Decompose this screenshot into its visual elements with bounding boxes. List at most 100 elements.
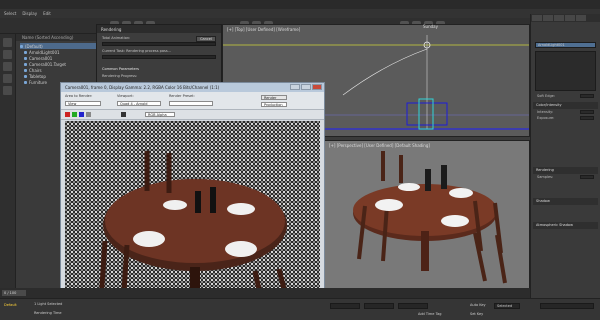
total-progress-bar — [102, 42, 216, 46]
rollout-atmospheric-shadow[interactable]: Atmospheric Shadow — [533, 222, 598, 229]
render-preset-dropdown[interactable] — [169, 101, 213, 106]
playback-controls[interactable] — [540, 303, 594, 309]
layer-label: Default — [4, 303, 17, 307]
explorer-menubar: Select Display Edit — [0, 9, 600, 18]
menu-edit[interactable]: Edit — [43, 11, 51, 16]
y-coordinate-field[interactable] — [364, 303, 394, 309]
rollout-rendering[interactable]: Rendering — [533, 167, 598, 174]
selection-status: 1 Light Selected — [34, 302, 63, 306]
common-params-rollout[interactable]: Common Parameters — [102, 67, 216, 71]
green-channel-toggle[interactable] — [72, 112, 77, 117]
app-titlebar — [0, 0, 600, 9]
light-icon — [24, 50, 27, 54]
rendered-bottle — [210, 187, 216, 213]
rendered-plate — [225, 241, 257, 257]
frame-buffer-toolbar: Area to Render: View Viewport: Quad 4 - … — [61, 92, 324, 110]
rendered-plate — [227, 203, 255, 215]
x-coordinate-field[interactable] — [330, 303, 360, 309]
motion-tab[interactable] — [565, 15, 575, 21]
render-preset-label: Render Preset: — [169, 94, 195, 98]
table-leg — [421, 231, 429, 271]
menu-select[interactable]: Select — [4, 11, 16, 16]
red-channel-toggle[interactable] — [65, 112, 70, 117]
object-icon — [24, 74, 27, 78]
camera-icon[interactable] — [3, 86, 12, 95]
plate — [441, 215, 469, 227]
dialog-title: Rendering — [97, 25, 221, 33]
left-tool-strip — [0, 34, 16, 294]
light-icon[interactable] — [3, 74, 12, 83]
rollout-shadow[interactable]: Shadow — [533, 198, 598, 205]
hierarchy-tab[interactable] — [554, 15, 564, 21]
status-bar: Default 1 Light Selected Rendering Time … — [0, 298, 600, 320]
perspective-render — [353, 151, 507, 284]
wine-bottle — [425, 169, 431, 191]
command-panel: ArnoldLight001 Soft Edge: Color/Intensit… — [530, 14, 600, 310]
intensity-spinner[interactable] — [580, 110, 594, 114]
layer-icon — [20, 44, 23, 48]
geometry-icon[interactable] — [3, 62, 12, 71]
samples-prop: Samples: — [537, 175, 594, 180]
object-icon — [24, 68, 27, 72]
filter-icon[interactable] — [3, 50, 12, 59]
samples-spinner[interactable] — [580, 175, 594, 179]
timeline[interactable]: 0 / 100 — [0, 288, 530, 298]
viewport-dropdown[interactable]: Quad 4 - Arnold — [117, 101, 161, 106]
exposure-spinner[interactable] — [580, 116, 594, 120]
production-dropdown[interactable]: Production — [261, 102, 287, 107]
rendered-plate — [163, 200, 187, 210]
camera-icon — [24, 56, 27, 60]
wine-bottle — [441, 165, 447, 189]
target-icon — [24, 62, 27, 66]
frame-buffer-channel-bar: RGB Alpha — [61, 110, 324, 120]
task-progress-bar — [102, 55, 216, 59]
explorer-column-header[interactable]: Name (Sorted Ascending) — [16, 34, 101, 41]
frame-buffer-title: Camera001, frame 0, Display Gamma: 2.2, … — [61, 83, 324, 92]
time-slider[interactable]: 0 / 100 — [2, 290, 26, 296]
auto-key-button[interactable]: Auto Key — [470, 303, 486, 307]
blue-channel-toggle[interactable] — [79, 112, 84, 117]
alpha-channel-toggle[interactable] — [86, 112, 91, 117]
rendering-progress-label: Rendering Progress: — [102, 74, 138, 78]
area-label: Area to Render: — [65, 94, 93, 98]
current-task-label: Current Task: Rendering process pass... — [102, 49, 172, 53]
prompt-line: Rendering Time — [34, 311, 62, 315]
modify-tab[interactable] — [543, 15, 553, 21]
cancel-button[interactable]: Cancel — [196, 36, 216, 42]
minimize-button[interactable] — [290, 84, 300, 90]
object-name-field[interactable]: ArnoldLight001 — [535, 42, 596, 48]
set-key-button[interactable]: Set Key — [470, 312, 483, 316]
plate — [398, 183, 420, 191]
rendered-bottle — [195, 191, 201, 213]
maximize-button[interactable] — [301, 84, 311, 90]
rollout-color-intensity[interactable]: Color/Intensity — [533, 102, 598, 109]
area-dropdown[interactable]: View — [65, 101, 101, 106]
swatch — [121, 112, 126, 117]
object-icon — [24, 80, 27, 84]
key-filter-dropdown[interactable]: Selected — [494, 303, 520, 309]
viewport-perspective[interactable]: [+] [Perspective] [User Defined] [Defaul… — [324, 140, 530, 300]
close-button[interactable] — [312, 84, 322, 90]
intensity-prop: Intensity: — [537, 110, 594, 115]
z-coordinate-field[interactable] — [398, 303, 428, 309]
channel-dropdown[interactable]: RGB Alpha — [145, 112, 175, 117]
camera-path — [342, 48, 428, 96]
soft-edge-prop: Soft Edge: — [537, 94, 594, 99]
modifier-stack[interactable] — [535, 51, 596, 91]
viewport-label[interactable]: [+] [Perspective] [User Defined] [Defaul… — [329, 143, 430, 148]
add-time-tag-button[interactable]: Add Time Tag — [418, 312, 442, 316]
frame-buffer-window: Camera001, frame 0, Display Gamma: 2.2, … — [60, 82, 325, 320]
menu-display[interactable]: Display — [22, 11, 37, 16]
pin-icon[interactable] — [3, 38, 12, 47]
display-tab[interactable] — [576, 15, 586, 21]
plate — [375, 199, 403, 211]
create-tab[interactable] — [532, 15, 542, 21]
plate — [449, 188, 473, 198]
exposure-prop: Exposure: — [537, 116, 594, 121]
command-panel-tabs — [531, 14, 600, 22]
viewport-label: Viewport: — [117, 94, 134, 98]
render-button[interactable]: Render — [261, 95, 287, 100]
scene-tree: (Default) ArnoldLight001 Camera001 Camer… — [16, 41, 101, 87]
chair-back — [381, 151, 403, 183]
soft-edge-spinner[interactable] — [580, 94, 594, 98]
